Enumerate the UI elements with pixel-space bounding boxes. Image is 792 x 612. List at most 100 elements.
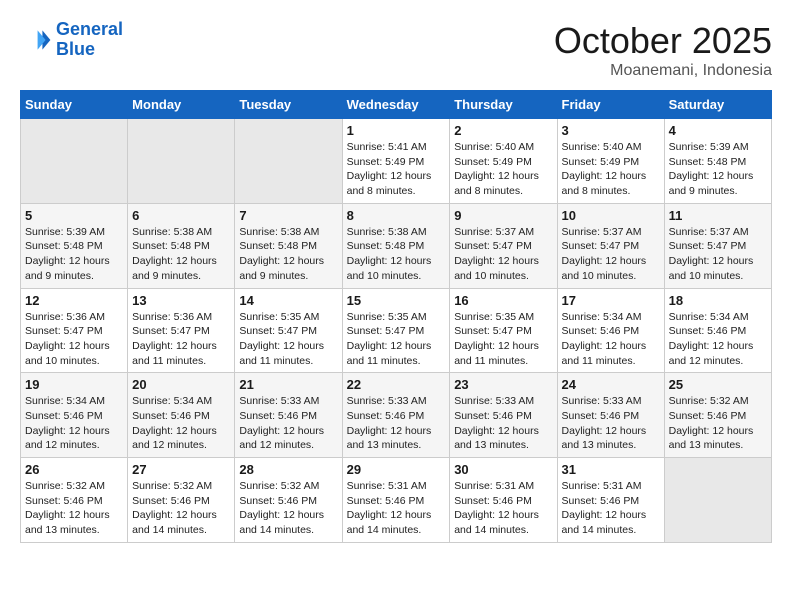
day-number: 13 [132,293,230,308]
calendar-week-row: 5 Sunrise: 5:39 AMSunset: 5:48 PMDaylight… [21,203,772,288]
calendar-cell: 11 Sunrise: 5:37 AMSunset: 5:47 PMDayligh… [664,203,771,288]
day-number: 8 [347,208,446,223]
day-number: 1 [347,123,446,138]
weekday-header: Tuesday [235,91,342,119]
calendar-cell [664,458,771,543]
day-info: Sunrise: 5:37 AMSunset: 5:47 PMDaylight:… [562,225,660,284]
day-number: 4 [669,123,767,138]
day-number: 11 [669,208,767,223]
calendar-cell [128,119,235,204]
day-number: 10 [562,208,660,223]
calendar-cell [21,119,128,204]
calendar-cell: 19 Sunrise: 5:34 AMSunset: 5:46 PMDayligh… [21,373,128,458]
calendar-cell: 7 Sunrise: 5:38 AMSunset: 5:48 PMDaylight… [235,203,342,288]
calendar-table: SundayMondayTuesdayWednesdayThursdayFrid… [20,90,772,543]
page-header: General Blue October 2025 Moanemani, Ind… [20,20,772,80]
calendar-cell: 21Sunrise: 5:33 AMSunset: 5:46 PMDayligh… [235,373,342,458]
logo-icon [20,24,52,56]
day-info: Sunrise: 5:36 AMSunset: 5:47 PMDaylight:… [132,310,230,369]
calendar-cell: 16 Sunrise: 5:35 AMSunset: 5:47 PMDayligh… [450,288,557,373]
calendar-cell: 2 Sunrise: 5:40 AMSunset: 5:49 PMDaylight… [450,119,557,204]
day-info: Sunrise: 5:33 AMSunset: 5:46 PMDaylight:… [347,394,446,453]
calendar-cell: 6Sunrise: 5:38 AMSunset: 5:48 PMDaylight… [128,203,235,288]
calendar-cell: 10 Sunrise: 5:37 AMSunset: 5:47 PMDayligh… [557,203,664,288]
calendar-cell: 4Sunrise: 5:39 AMSunset: 5:48 PMDaylight… [664,119,771,204]
calendar-cell: 17Sunrise: 5:34 AMSunset: 5:46 PMDayligh… [557,288,664,373]
calendar-week-row: 1 Sunrise: 5:41 AMSunset: 5:49 PMDaylight… [21,119,772,204]
day-number: 2 [454,123,552,138]
calendar-week-row: 19 Sunrise: 5:34 AMSunset: 5:46 PMDayligh… [21,373,772,458]
day-info: Sunrise: 5:40 AMSunset: 5:49 PMDaylight:… [454,140,552,199]
day-number: 12 [25,293,123,308]
calendar-cell: 27Sunrise: 5:32 AMSunset: 5:46 PMDayligh… [128,458,235,543]
calendar-cell: 22 Sunrise: 5:33 AMSunset: 5:46 PMDayligh… [342,373,450,458]
calendar-cell: 30 Sunrise: 5:31 AMSunset: 5:46 PMDayligh… [450,458,557,543]
day-number: 15 [347,293,446,308]
day-number: 27 [132,462,230,477]
day-info: Sunrise: 5:35 AMSunset: 5:47 PMDaylight:… [454,310,552,369]
day-number: 24 [562,377,660,392]
calendar-cell: 13 Sunrise: 5:36 AMSunset: 5:47 PMDayligh… [128,288,235,373]
calendar-cell: 1 Sunrise: 5:41 AMSunset: 5:49 PMDaylight… [342,119,450,204]
day-number: 19 [25,377,123,392]
day-info: Sunrise: 5:34 AMSunset: 5:46 PMDaylight:… [25,394,123,453]
calendar-week-row: 12 Sunrise: 5:36 AMSunset: 5:47 PMDayligh… [21,288,772,373]
day-info: Sunrise: 5:31 AMSunset: 5:46 PMDaylight:… [347,479,446,538]
calendar-cell: 12 Sunrise: 5:36 AMSunset: 5:47 PMDayligh… [21,288,128,373]
day-info: Sunrise: 5:39 AMSunset: 5:48 PMDaylight:… [25,225,123,284]
day-info: Sunrise: 5:37 AMSunset: 5:47 PMDaylight:… [454,225,552,284]
day-info: Sunrise: 5:35 AMSunset: 5:47 PMDaylight:… [239,310,337,369]
calendar-cell: 9 Sunrise: 5:37 AMSunset: 5:47 PMDaylight… [450,203,557,288]
calendar-cell: 25Sunrise: 5:32 AMSunset: 5:46 PMDayligh… [664,373,771,458]
day-info: Sunrise: 5:36 AMSunset: 5:47 PMDaylight:… [25,310,123,369]
calendar-cell [235,119,342,204]
day-info: Sunrise: 5:41 AMSunset: 5:49 PMDaylight:… [347,140,446,199]
subtitle: Moanemani, Indonesia [554,62,772,80]
weekday-header: Friday [557,91,664,119]
weekday-header: Thursday [450,91,557,119]
calendar-cell: 14 Sunrise: 5:35 AMSunset: 5:47 PMDayligh… [235,288,342,373]
day-info: Sunrise: 5:32 AMSunset: 5:46 PMDaylight:… [669,394,767,453]
day-number: 26 [25,462,123,477]
weekday-header: Saturday [664,91,771,119]
day-info: Sunrise: 5:34 AMSunset: 5:46 PMDaylight:… [132,394,230,453]
day-number: 23 [454,377,552,392]
day-number: 3 [562,123,660,138]
weekday-header: Wednesday [342,91,450,119]
day-info: Sunrise: 5:38 AMSunset: 5:48 PMDaylight:… [239,225,337,284]
calendar-cell: 24 Sunrise: 5:33 AMSunset: 5:46 PMDayligh… [557,373,664,458]
day-info: Sunrise: 5:32 AMSunset: 5:46 PMDaylight:… [25,479,123,538]
logo-line2: Blue [56,39,95,59]
calendar-cell: 3 Sunrise: 5:40 AMSunset: 5:49 PMDaylight… [557,119,664,204]
weekday-header: Sunday [21,91,128,119]
calendar-cell: 23Sunrise: 5:33 AMSunset: 5:46 PMDayligh… [450,373,557,458]
calendar-cell: 31Sunrise: 5:31 AMSunset: 5:46 PMDayligh… [557,458,664,543]
day-number: 21 [239,377,337,392]
day-number: 18 [669,293,767,308]
calendar-cell: 20 Sunrise: 5:34 AMSunset: 5:46 PMDayligh… [128,373,235,458]
day-info: Sunrise: 5:33 AMSunset: 5:46 PMDaylight:… [562,394,660,453]
weekday-header-row: SundayMondayTuesdayWednesdayThursdayFrid… [21,91,772,119]
day-info: Sunrise: 5:31 AMSunset: 5:46 PMDaylight:… [454,479,552,538]
day-info: Sunrise: 5:37 AMSunset: 5:47 PMDaylight:… [669,225,767,284]
day-number: 22 [347,377,446,392]
calendar-cell: 8 Sunrise: 5:38 AMSunset: 5:48 PMDaylight… [342,203,450,288]
logo: General Blue [20,20,123,60]
day-info: Sunrise: 5:35 AMSunset: 5:47 PMDaylight:… [347,310,446,369]
day-info: Sunrise: 5:31 AMSunset: 5:46 PMDaylight:… [562,479,660,538]
calendar-cell: 29 Sunrise: 5:31 AMSunset: 5:46 PMDayligh… [342,458,450,543]
day-info: Sunrise: 5:40 AMSunset: 5:49 PMDaylight:… [562,140,660,199]
day-number: 16 [454,293,552,308]
calendar-cell: 28Sunrise: 5:32 AMSunset: 5:46 PMDayligh… [235,458,342,543]
day-number: 9 [454,208,552,223]
day-number: 20 [132,377,230,392]
day-number: 5 [25,208,123,223]
day-number: 30 [454,462,552,477]
day-number: 14 [239,293,337,308]
day-number: 7 [239,208,337,223]
day-number: 29 [347,462,446,477]
day-info: Sunrise: 5:38 AMSunset: 5:48 PMDaylight:… [347,225,446,284]
calendar-cell: 15 Sunrise: 5:35 AMSunset: 5:47 PMDayligh… [342,288,450,373]
logo-text: General Blue [56,20,123,60]
day-info: Sunrise: 5:34 AMSunset: 5:46 PMDaylight:… [562,310,660,369]
